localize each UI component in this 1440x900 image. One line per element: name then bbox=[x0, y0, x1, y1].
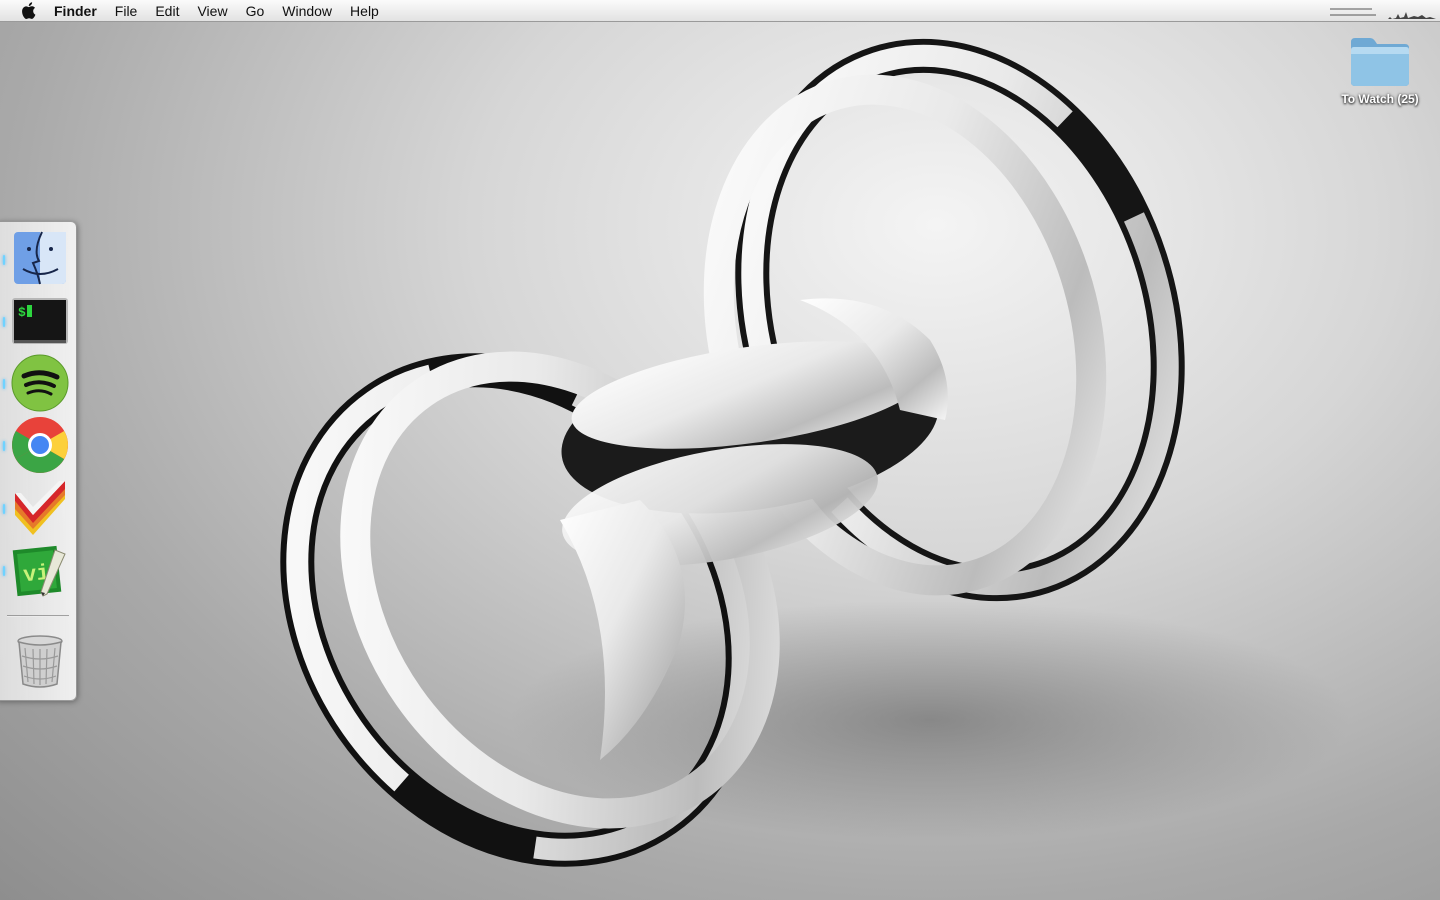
menu-file[interactable]: File bbox=[115, 0, 138, 22]
menu-go[interactable]: Go bbox=[246, 0, 265, 22]
running-indicator bbox=[3, 441, 5, 451]
terminal-icon: $ bbox=[12, 298, 68, 344]
desktop-folder-to-watch[interactable]: To Watch (25) bbox=[1328, 34, 1432, 106]
running-indicator bbox=[3, 379, 5, 389]
menu-help[interactable]: Help bbox=[350, 0, 379, 22]
dock-item-terminal[interactable]: $ bbox=[11, 292, 69, 350]
running-indicator bbox=[3, 566, 5, 576]
menu-extras bbox=[1330, 0, 1440, 22]
dock-item-vim[interactable]: vi bbox=[11, 542, 69, 600]
desktop-icon-label: To Watch (25) bbox=[1341, 92, 1419, 106]
running-indicator bbox=[3, 504, 5, 514]
dock-item-chrome[interactable] bbox=[11, 416, 69, 474]
folder-icon bbox=[1351, 38, 1409, 86]
menu-edit[interactable]: Edit bbox=[155, 0, 179, 22]
network-activity-icon[interactable] bbox=[1330, 8, 1376, 16]
trash-icon bbox=[17, 635, 63, 688]
running-indicator bbox=[3, 317, 5, 327]
dock-item-trash[interactable] bbox=[11, 632, 69, 690]
running-indicator bbox=[3, 255, 5, 265]
menu-view[interactable]: View bbox=[197, 0, 227, 22]
vim-icon: vi bbox=[12, 545, 66, 597]
menu-bar: Finder File Edit View Go Window Help bbox=[0, 0, 1440, 22]
apple-logo-icon[interactable] bbox=[19, 2, 37, 20]
svg-text:$: $ bbox=[18, 305, 26, 320]
dock-item-finder[interactable] bbox=[11, 229, 69, 287]
dock-separator bbox=[7, 615, 69, 617]
wallpaper bbox=[280, 38, 1350, 867]
dock-item-spotify[interactable] bbox=[11, 354, 69, 412]
menu-app-finder[interactable]: Finder bbox=[54, 0, 97, 22]
dock: $ vi bbox=[0, 221, 77, 701]
finder-icon bbox=[14, 231, 66, 285]
chrome-icon bbox=[12, 417, 68, 473]
dock-item-todo[interactable] bbox=[11, 479, 69, 537]
cpu-graph-icon[interactable] bbox=[1382, 12, 1436, 19]
spotify-icon bbox=[11, 354, 69, 412]
menu-window[interactable]: Window bbox=[282, 0, 332, 22]
todo-checkmark-icon bbox=[15, 481, 65, 535]
